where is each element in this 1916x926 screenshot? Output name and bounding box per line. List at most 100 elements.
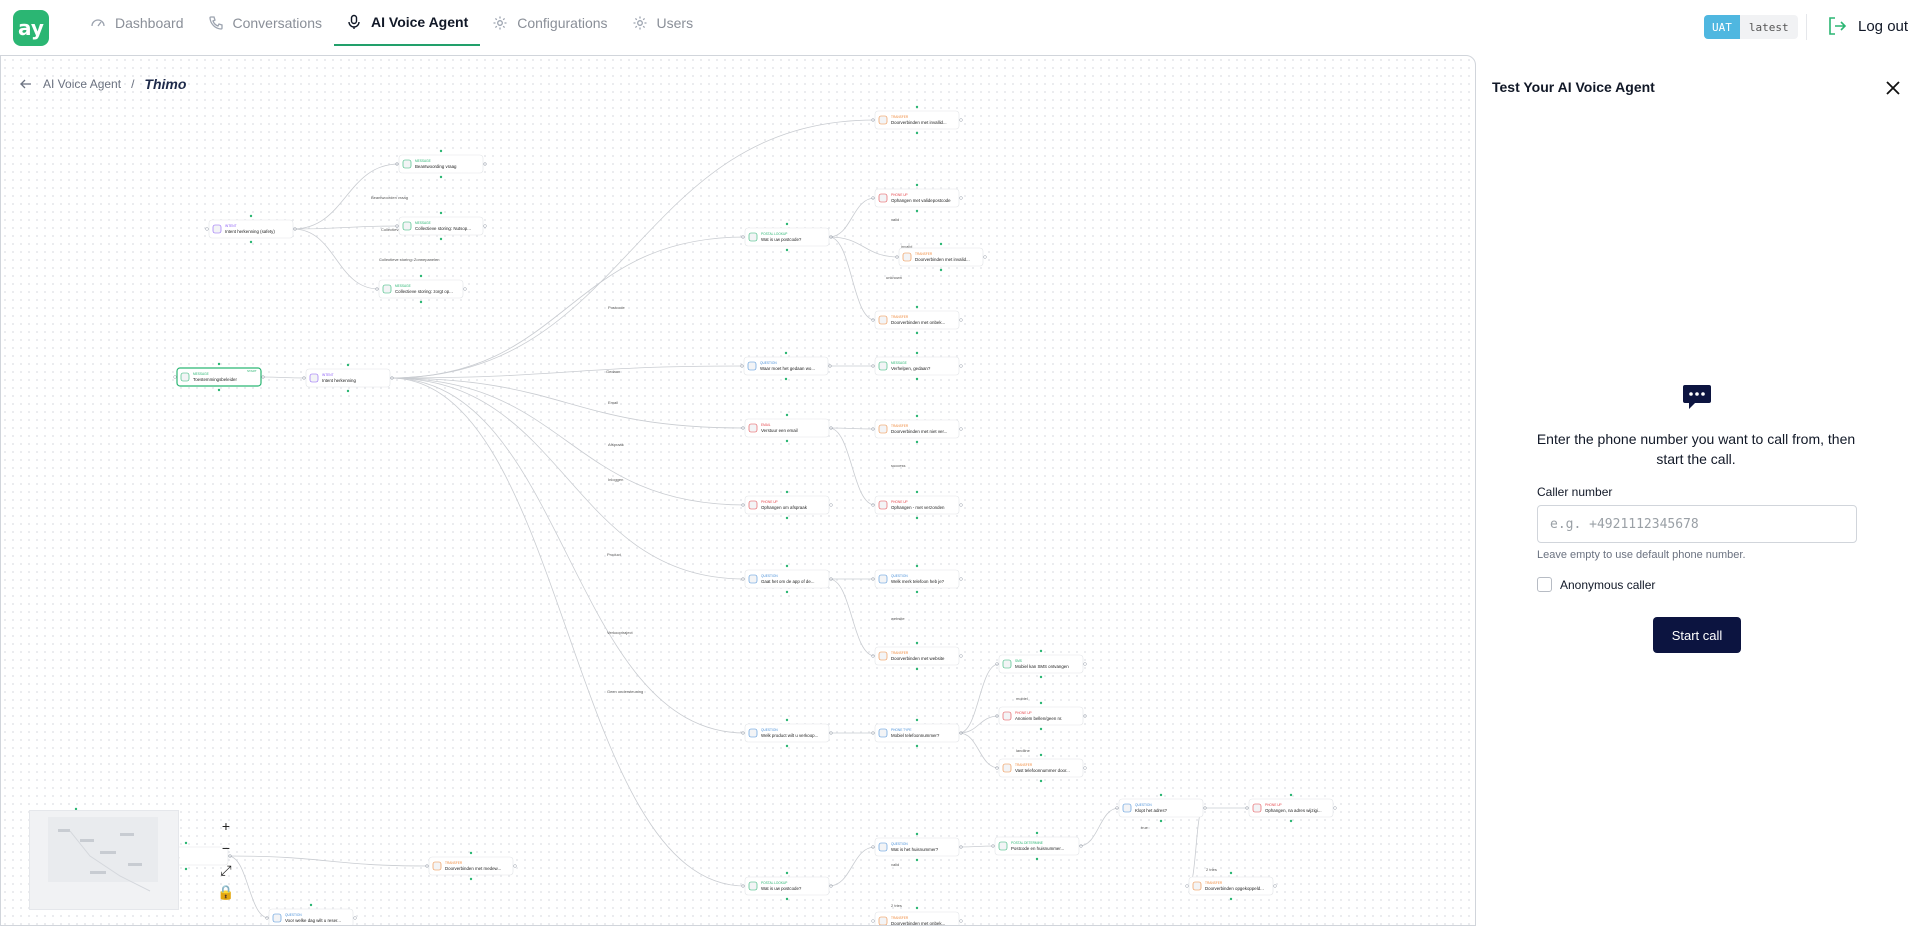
flow-edge[interactable] [292, 228, 380, 290]
node-handle[interactable] [915, 832, 919, 836]
flow-node[interactable]: QUESTIONKlopt het adres? [1115, 793, 1207, 823]
node-handle[interactable] [184, 841, 188, 845]
nav-item-dashboard[interactable]: Dashboard [78, 0, 196, 46]
flow-node[interactable]: PHONE UPOphangen om afspraak [741, 490, 833, 520]
nav-item-conversations[interactable]: Conversations [196, 0, 335, 46]
flow-edge[interactable] [958, 845, 996, 848]
flow-edge[interactable] [389, 365, 745, 379]
node-output-handle[interactable] [959, 364, 963, 368]
node-handle[interactable] [915, 414, 919, 418]
environment-switch[interactable]: UAT latest [1704, 15, 1798, 39]
node-handle[interactable] [785, 564, 789, 568]
node-handle[interactable] [915, 105, 919, 109]
anonymous-caller-checkbox[interactable] [1537, 577, 1552, 592]
node-handle[interactable] [217, 362, 221, 366]
node-handle[interactable] [184, 867, 188, 871]
flow-node[interactable]: PHONE UPOphangen - met verzonden [871, 490, 963, 520]
flow-edge[interactable] [389, 377, 746, 734]
node-input-handle[interactable] [871, 919, 875, 923]
env-stage-badge[interactable]: UAT [1704, 15, 1740, 39]
flow-edge[interactable] [389, 377, 746, 506]
node-input-handle[interactable] [1185, 884, 1189, 888]
node-handle[interactable] [1229, 897, 1233, 901]
flow-node[interactable]: SMSMobiel kan SMS ontvangen [995, 649, 1087, 679]
flow-node[interactable]: MESSAGECollectieve storing: Nutsop... [395, 211, 487, 241]
zoom-in-button[interactable]: + [213, 816, 239, 836]
nav-item-users[interactable]: Users [620, 0, 706, 46]
node-handle[interactable] [915, 906, 919, 910]
node-handle[interactable] [915, 209, 919, 213]
node-output-handle[interactable] [959, 654, 963, 658]
node-handle[interactable] [915, 858, 919, 862]
node-output-handle[interactable] [959, 118, 963, 122]
flow-edge[interactable] [389, 377, 746, 580]
node-handle[interactable] [915, 440, 919, 444]
flow-node[interactable]: TRANSFERDoorverbinden met invallid... [871, 105, 963, 135]
node-handle[interactable] [1229, 871, 1233, 875]
node-handle[interactable] [249, 214, 253, 218]
lock-icon[interactable]: 🔒 [213, 882, 239, 902]
flow-node[interactable]: TRANSFERDoorverbinden met medew... [425, 851, 517, 881]
flow-node[interactable]: QUESTIONWaar moet het gedaan wo... [740, 351, 832, 381]
flow-node[interactable]: INTENTIntent herkenning (safety) [205, 214, 297, 244]
flow-edge[interactable] [1188, 807, 1204, 887]
node-handle[interactable] [939, 242, 943, 246]
flow-node[interactable]: PHONE UPOphangen met validepostcode [871, 183, 963, 213]
node-output-handle[interactable] [483, 224, 487, 228]
node-handle[interactable] [217, 388, 221, 392]
flow-node[interactable]: POSTAL LOOKUPWat is uw postcode? [741, 871, 833, 901]
node-handle[interactable] [1289, 793, 1293, 797]
node-output-handle[interactable] [513, 864, 517, 868]
flow-node[interactable]: PHONE TYPEMobiel telefoonnummer? [871, 718, 963, 748]
node-output-handle[interactable] [959, 503, 963, 507]
node-handle[interactable] [915, 641, 919, 645]
node-handle[interactable] [915, 183, 919, 187]
node-handle[interactable] [785, 897, 789, 901]
node-handle[interactable] [1159, 793, 1163, 797]
flow-node[interactable]: PHONE UPAnoniem bellen/geen nr. [995, 701, 1087, 731]
flow-edge[interactable] [828, 427, 876, 430]
node-handle[interactable] [469, 851, 473, 855]
node-handle[interactable] [915, 564, 919, 568]
node-output-handle[interactable] [959, 577, 963, 581]
flow-edge[interactable] [958, 663, 1000, 734]
node-handle[interactable] [1159, 819, 1163, 823]
flow-edge[interactable] [828, 236, 900, 258]
node-handle[interactable] [419, 300, 423, 304]
close-icon[interactable] [1884, 79, 1902, 97]
node-handle[interactable] [785, 744, 789, 748]
node-handle[interactable] [915, 131, 919, 135]
flow-node[interactable]: POSTAL LOOKUPWat is uw postcode? [741, 222, 833, 252]
node-handle[interactable] [915, 744, 919, 748]
flow-edge[interactable] [958, 732, 1000, 769]
node-output-handle[interactable] [483, 162, 487, 166]
node-handle[interactable] [1035, 831, 1039, 835]
flow-node[interactable]: TRANSFERDoorverbinden opgekoppeld... [1185, 871, 1277, 901]
node-handle[interactable] [346, 389, 350, 393]
flow-node[interactable]: QUESTIONWelk merk telefoon heb je? [871, 564, 963, 594]
node-handle[interactable] [785, 222, 789, 226]
node-handle[interactable] [785, 248, 789, 252]
node-output-handle[interactable] [353, 916, 357, 920]
flow-edge[interactable] [260, 376, 307, 379]
node-handle[interactable] [915, 590, 919, 594]
node-handle[interactable] [915, 305, 919, 309]
flow-node[interactable]: QUESTIONVoor welke dag wilt u reser... [265, 903, 357, 926]
node-handle[interactable] [915, 516, 919, 520]
back-arrow-icon[interactable] [19, 77, 33, 91]
node-output-handle[interactable] [959, 427, 963, 431]
node-handle[interactable] [1039, 779, 1043, 783]
node-handle[interactable] [439, 149, 443, 153]
flow-edge[interactable] [828, 846, 876, 887]
node-output-handle[interactable] [983, 255, 987, 259]
node-output-handle[interactable] [463, 287, 467, 291]
node-handle[interactable] [915, 377, 919, 381]
caller-number-input[interactable] [1537, 505, 1857, 543]
app-logo[interactable]: ay [13, 10, 49, 46]
breadcrumb-parent[interactable]: AI Voice Agent [43, 77, 121, 91]
fit-view-button[interactable]: ⤢ [213, 860, 239, 880]
flow-node[interactable]: POSTAL DETERMINEPostcode en huisnummer..… [991, 831, 1083, 861]
node-handle[interactable] [346, 363, 350, 367]
node-handle[interactable] [785, 439, 789, 443]
minimap[interactable] [29, 810, 179, 910]
